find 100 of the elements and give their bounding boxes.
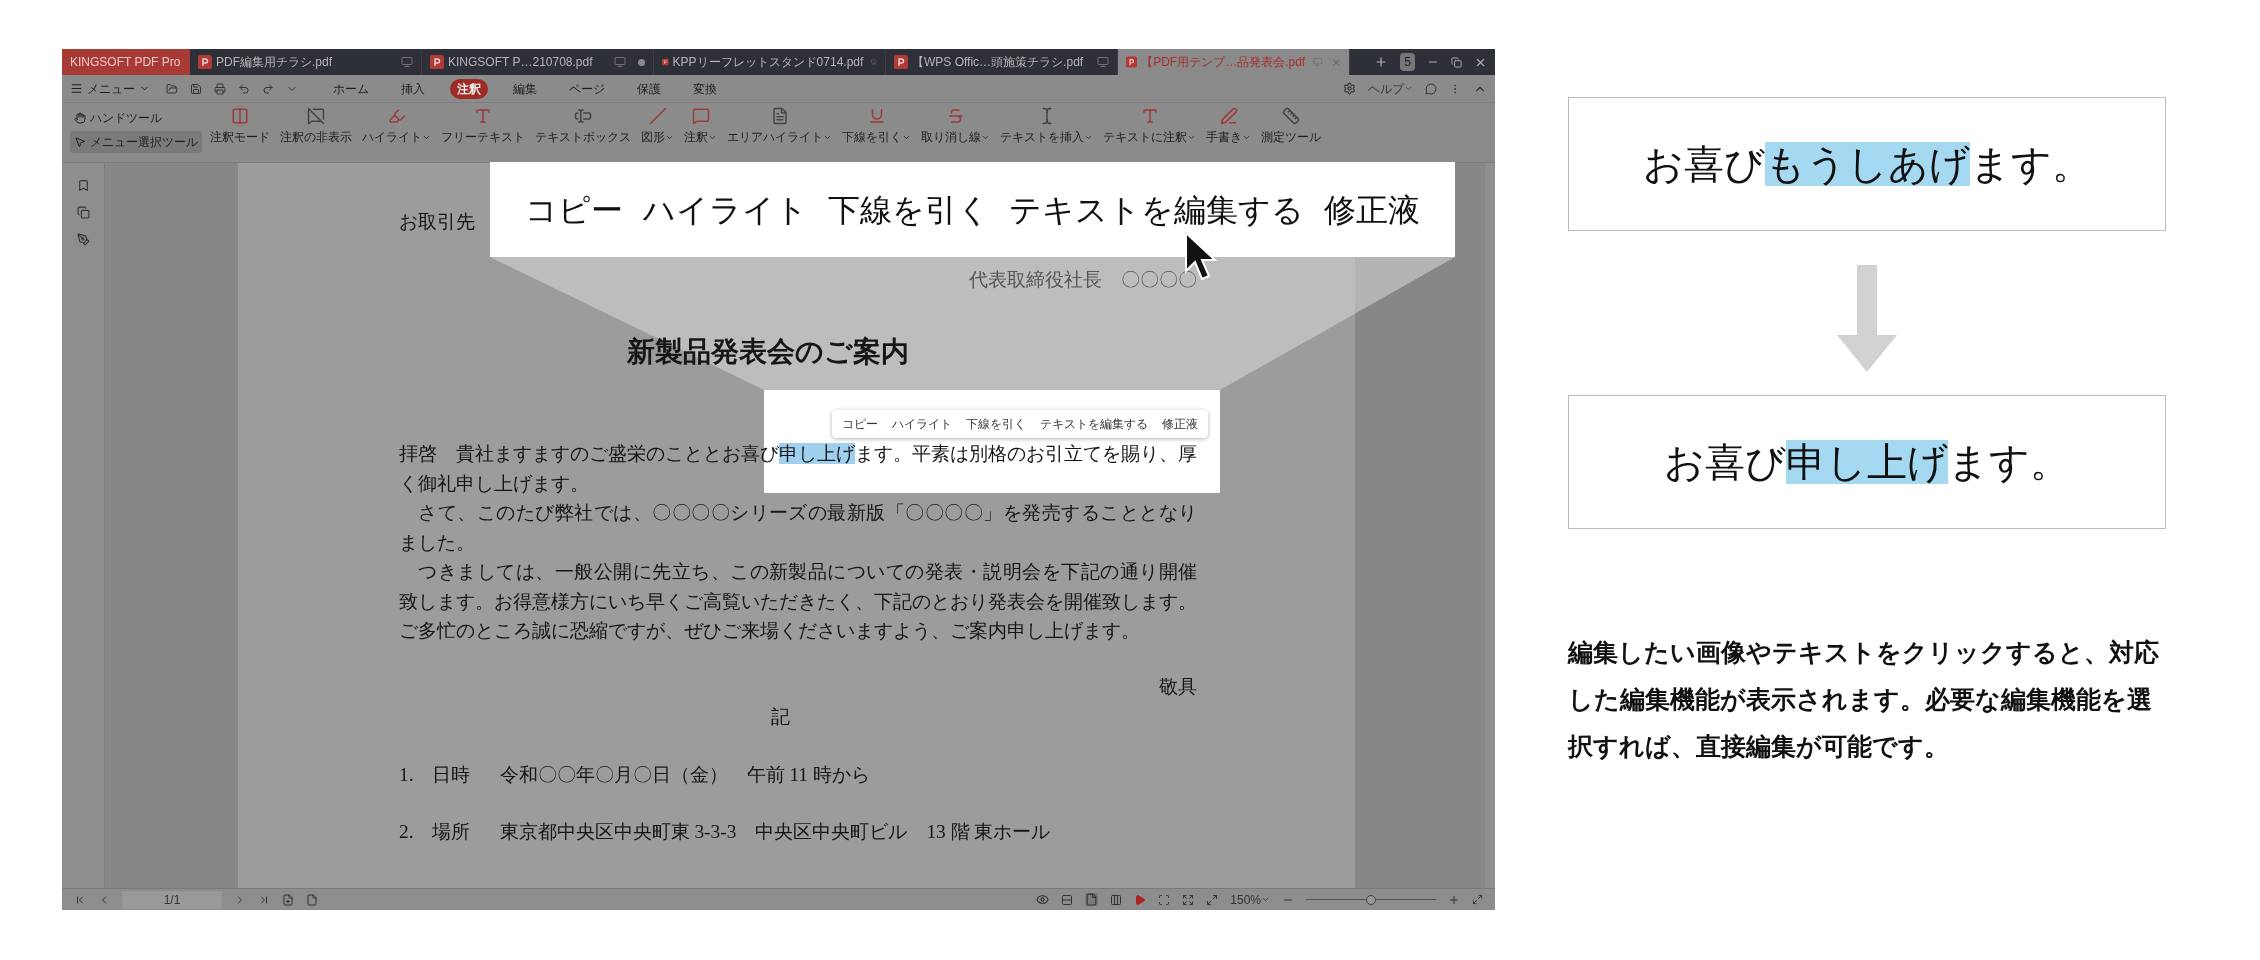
app-tab[interactable]: KINGSOFT PDF Pro (62, 49, 190, 75)
monitor-icon (614, 56, 626, 68)
tool-button[interactable]: 注釈の非表示 (280, 107, 352, 146)
zoom-in-icon[interactable] (1448, 893, 1460, 906)
tab-title: PDF編集用チラシ.pdf (216, 54, 332, 71)
item-number: 1. (399, 762, 414, 787)
tool-button[interactable]: 下線を引く (842, 107, 911, 146)
play-icon[interactable] (1134, 893, 1147, 906)
pages-icon[interactable] (76, 206, 90, 219)
closing-text: 敬具 (1158, 674, 1197, 699)
menu-item[interactable]: 修正液 (1162, 415, 1198, 433)
signature-text: 代表取締役社長 〇〇〇〇 (968, 268, 1197, 292)
page-field[interactable]: 1/1 (122, 890, 222, 909)
ribbon-tab[interactable]: 挿入 (394, 78, 432, 99)
pdf-file-icon (430, 55, 444, 69)
last-page-icon[interactable] (258, 893, 270, 906)
caret-icon (1404, 84, 1413, 93)
menu-button[interactable]: メニュー (70, 79, 150, 98)
tab-title: 【PDF用テンプ…品発表会.pdf (1141, 54, 1306, 71)
item-label: 日時 (431, 762, 470, 787)
tab-count-badge[interactable]: 5 (1400, 53, 1415, 71)
undo-icon[interactable] (238, 82, 250, 95)
pen-icon (1219, 107, 1238, 125)
document-icon (770, 107, 789, 125)
tool-button[interactable]: 注釈モード (210, 107, 270, 146)
tool-button[interactable]: テキストボックス (535, 107, 631, 146)
tool-button[interactable]: エリアハイライト (727, 107, 832, 146)
pdf-file-icon (1126, 55, 1138, 69)
line-icon (648, 107, 667, 125)
ribbon-tab[interactable]: 保護 (630, 78, 668, 99)
tool-button[interactable]: 測定ツール (1261, 107, 1321, 146)
slider-thumb[interactable] (1366, 894, 1376, 905)
tool-button[interactable]: メニュー選択ツール (70, 131, 202, 153)
bookmark-icon[interactable] (76, 179, 90, 192)
zoom-dropdown[interactable]: 150% (1230, 890, 1270, 909)
tool-button[interactable]: ハイライト (362, 107, 431, 146)
pen-tool-icon[interactable] (76, 233, 90, 246)
strikethrough-icon (946, 107, 965, 125)
tool-button[interactable]: テキストを挿入 (1000, 107, 1093, 146)
tool-button[interactable]: 手書き (1206, 107, 1251, 146)
add-page-icon[interactable] (282, 893, 294, 906)
menu-item[interactable]: 下線を引く (966, 415, 1026, 433)
text-icon (474, 107, 492, 125)
tool-button[interactable]: フリーテキスト (441, 107, 525, 146)
tool-button[interactable]: 取り消し線 (921, 107, 990, 146)
body-paragraph: さて、このたび弊社では、〇〇〇〇シリーズの最新版「〇〇〇〇」を発売することとなりました。 (399, 501, 1197, 555)
single-page-icon[interactable] (1085, 893, 1099, 906)
menu-item[interactable]: ハイライト (892, 415, 952, 433)
page-icon[interactable] (306, 893, 318, 906)
ruler-icon (1282, 107, 1300, 125)
restore-icon[interactable] (1451, 56, 1462, 68)
ribbon-tab[interactable]: 編集 (506, 78, 544, 99)
scrollbar-track[interactable] (1485, 163, 1495, 888)
two-page-icon[interactable] (1110, 893, 1123, 906)
fit-width-icon[interactable] (1182, 893, 1195, 906)
caret-icon (1261, 895, 1270, 904)
chat-icon[interactable] (1425, 82, 1437, 95)
ribbon-tab[interactable]: 変換 (686, 78, 724, 99)
underline-icon (867, 107, 886, 125)
new-tab-icon[interactable] (1374, 55, 1389, 69)
actual-size-icon[interactable] (1206, 893, 1219, 906)
monitor-icon (1097, 56, 1109, 68)
settings-icon[interactable] (1343, 82, 1356, 95)
comment-icon (691, 107, 710, 125)
text-box-icon (574, 107, 592, 125)
print-icon[interactable] (214, 82, 226, 95)
pointer-icon (74, 136, 86, 148)
redo-icon[interactable] (262, 82, 274, 95)
addressee-text: お取引先 (399, 210, 475, 234)
ribbon-tab[interactable]: 注釈 (450, 78, 488, 99)
note-heading: 記 (769, 704, 791, 729)
save-icon[interactable] (190, 82, 202, 95)
folder-icon[interactable] (166, 82, 178, 95)
body-paragraph: つきましては、一般公開に先立ち、この新製品についての発表・説明会を下記の通り開催致します。お得意様方にいち早くご高覧いただきたく、下記のとおり発表会を開催致します。ご多忙のところ誠に恐縮ですが、ぜひご来場くださいますよう、ご案内申し上げます。 (399, 560, 1197, 643)
tool-button[interactable]: テキストに注釈 (1103, 107, 1196, 146)
document-title: 新製品発表会のご案内 (626, 335, 910, 369)
tool-button[interactable]: 図形 (641, 107, 674, 146)
hidden-comment-icon (307, 107, 325, 125)
ribbon-tab[interactable]: ホーム (326, 78, 376, 99)
ribbon-tab[interactable]: ページ (562, 78, 612, 99)
menu-icon (70, 82, 83, 95)
description-text: 編集したい画像やテキストをクリックすると、対応した編集機能が表示されます。必要な編集機能を選択すれば、直接編集が可能です。 (1568, 638, 2160, 762)
item-value: 東京都中央区中央町東 3-3-3 中央区中央町ビル 13 階 東ホール (499, 819, 1051, 844)
menu-item[interactable]: テキストを編集する (1040, 415, 1148, 433)
help-button[interactable]: ヘルプ (1368, 79, 1413, 98)
tab-title: 【WPS Offic…頭施策チラシ.pdf (912, 54, 1084, 71)
example-text: お喜び申し上げます。 (1664, 439, 2070, 486)
menu-item[interactable]: コピー (842, 415, 878, 433)
zoom-slider[interactable] (1306, 894, 1436, 905)
item-value: 令和〇〇年〇月〇日（金） 午前 11 時から (499, 762, 870, 787)
eye-icon[interactable] (1036, 893, 1050, 906)
tool-button[interactable]: ハンドツール (70, 107, 166, 129)
example-text: お喜びもうしあげます。 (1642, 141, 2092, 188)
tool-button[interactable]: 注釈 (684, 107, 717, 146)
first-page-icon[interactable] (74, 893, 86, 906)
tab-title: KINGSOFT P…210708.pdf (448, 54, 593, 71)
continuous-view-icon[interactable] (1061, 893, 1074, 906)
fit-page-icon[interactable] (1158, 893, 1171, 906)
fullscreen-icon[interactable] (1472, 894, 1483, 905)
tab-title: KPPリーフレットスタンド0714.pdf (672, 54, 864, 71)
